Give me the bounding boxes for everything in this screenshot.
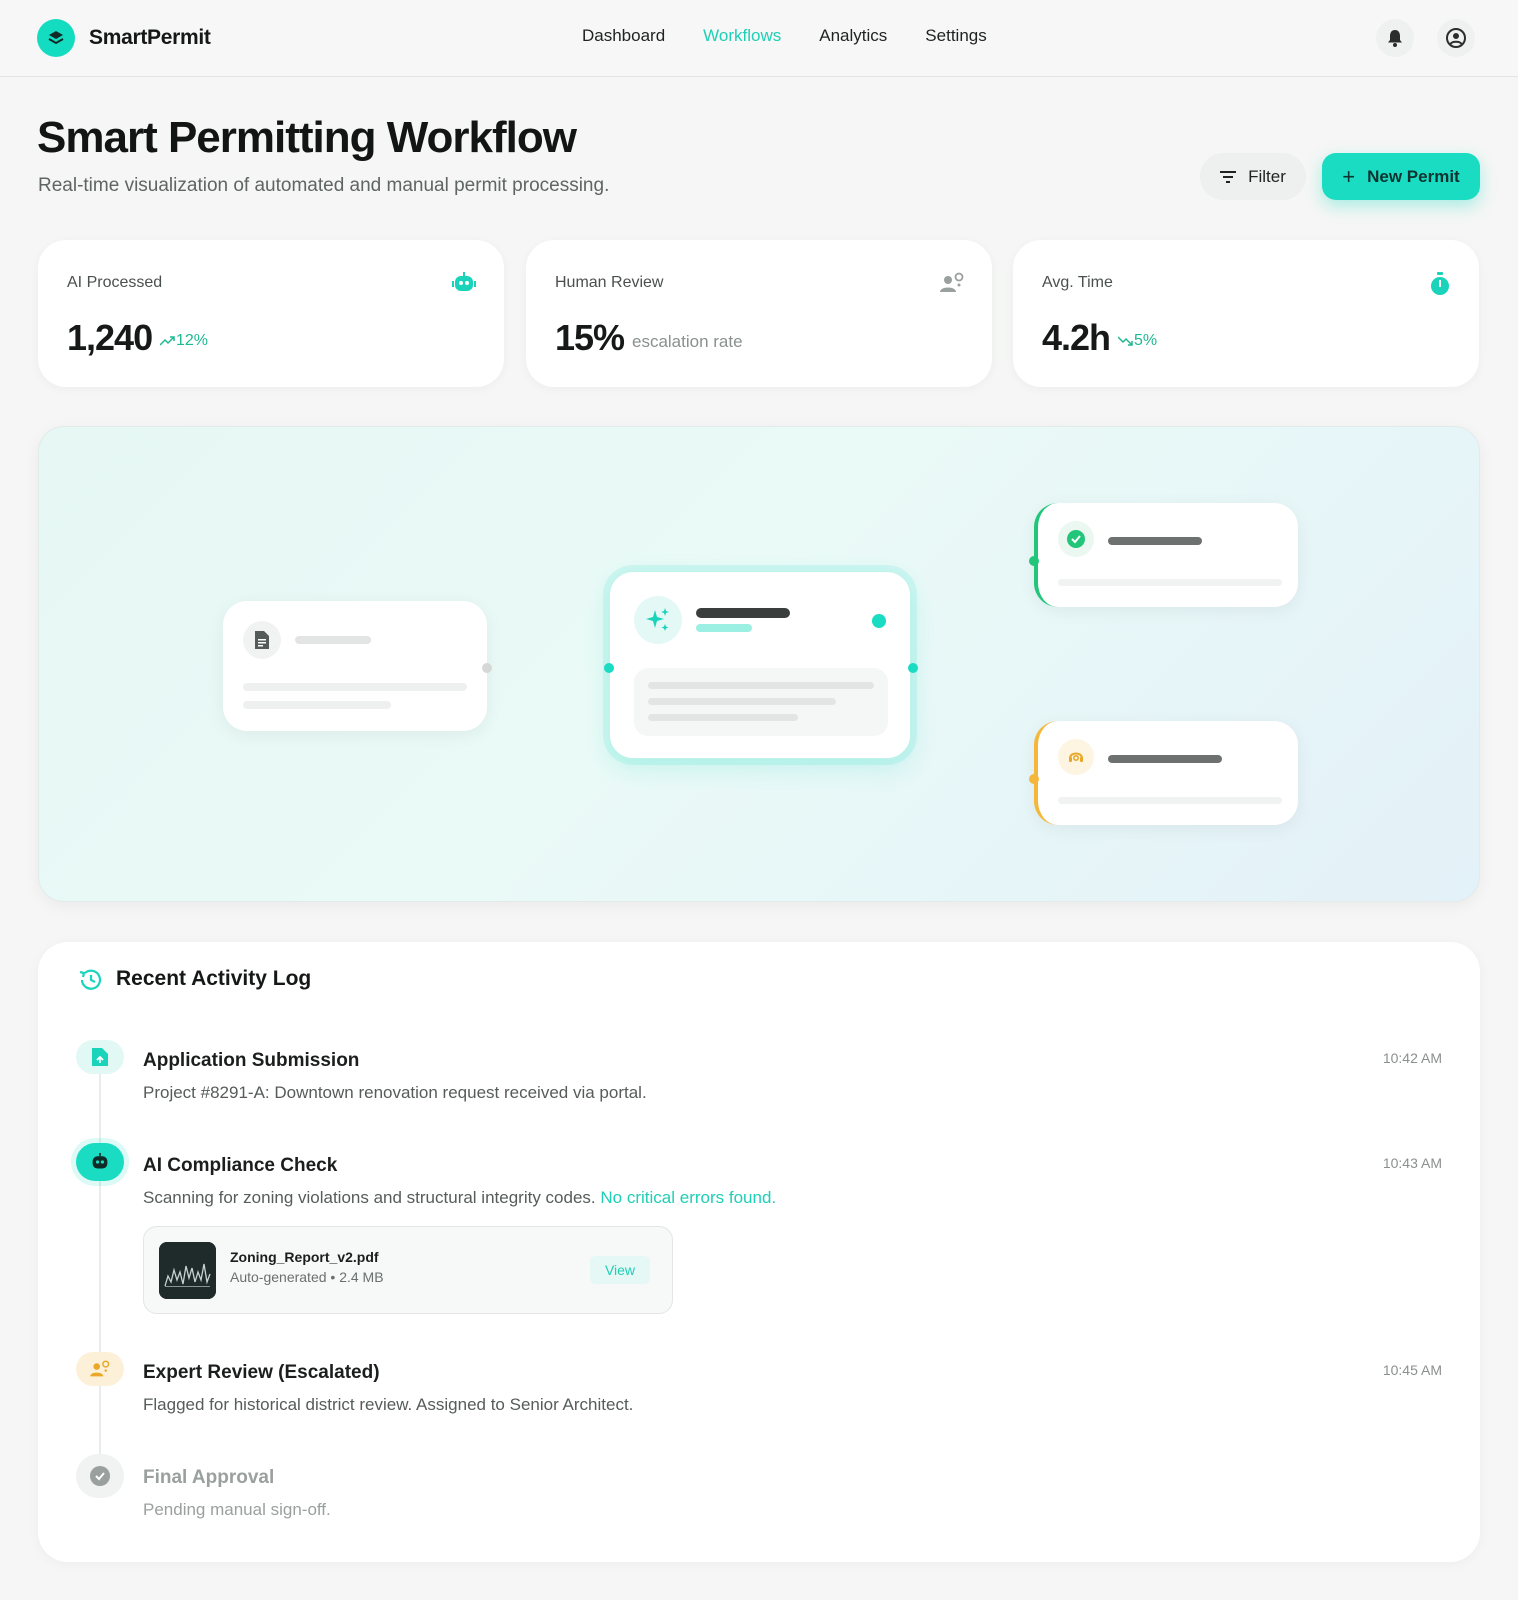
stat-value: 4.2h: [1042, 317, 1111, 358]
support-agent-icon: [1058, 739, 1094, 775]
skeleton-line: [696, 608, 790, 618]
stat-note: escalation rate: [632, 332, 743, 351]
top-navigation-bar: SmartPermit Dashboard Workflows Analytic…: [0, 0, 1518, 77]
main-nav: Dashboard Workflows Analytics Settings: [582, 26, 1025, 46]
file-meta: Auto-generated • 2.4 MB: [230, 1269, 384, 1285]
stat-card-avg-time: Avg. Time 4.2h 5%: [1013, 240, 1479, 387]
file-thumbnail: [159, 1242, 216, 1299]
check-circle-icon: [1058, 521, 1094, 557]
stat-value: 1,240: [67, 317, 153, 358]
filter-icon: [1220, 170, 1237, 183]
item-timestamp: 10:42 AM: [1382, 1050, 1442, 1066]
layers-logo-icon: [37, 19, 75, 57]
item-description: Pending manual sign-off.: [143, 1500, 331, 1519]
bell-icon: [1388, 30, 1402, 47]
skeleton-line: [1058, 797, 1282, 804]
stat-card-ai-processed: AI Processed 1,240 12%: [38, 240, 504, 387]
item-description-text: Scanning for zoning violations and struc…: [143, 1188, 596, 1207]
item-timestamp: 10:45 AM: [1382, 1362, 1442, 1378]
filter-label: Filter: [1248, 166, 1286, 186]
skeleton-line: [1108, 755, 1222, 763]
stopwatch-icon: [1429, 272, 1451, 301]
activity-log-title: Recent Activity Log: [116, 967, 312, 990]
item-title: AI Compliance Check: [143, 1155, 338, 1176]
stat-trend-value: 5%: [1134, 332, 1158, 349]
trending-down-icon: [1118, 336, 1133, 346]
skeleton-line: [1108, 537, 1202, 545]
stat-trend-value: 12%: [176, 332, 209, 349]
connector-port: [604, 663, 614, 673]
user-circle-icon: [1446, 28, 1466, 48]
nav-workflows[interactable]: Workflows: [703, 26, 781, 46]
person-gear-icon: [940, 272, 964, 299]
brand-name: SmartPermit: [89, 26, 211, 49]
item-description: Scanning for zoning violations and struc…: [143, 1188, 776, 1208]
content-panel: [634, 668, 888, 736]
activity-log-panel: Recent Activity Log Application Submissi…: [38, 942, 1480, 1562]
nav-analytics[interactable]: Analytics: [819, 26, 887, 46]
ai-processing-node[interactable]: [609, 571, 911, 759]
document-icon: [243, 621, 281, 659]
stat-trend: 12%: [160, 332, 208, 350]
item-title: Expert Review (Escalated): [143, 1362, 380, 1383]
page-subtitle: Real-time visualization of automated and…: [38, 175, 610, 196]
workflow-visualization: [38, 426, 1480, 902]
item-title: Application Submission: [143, 1050, 360, 1071]
item-description: Project #8291-A: Downtown renovation req…: [143, 1083, 647, 1102]
sparkles-icon: [634, 596, 682, 644]
item-timestamp: 10:43 AM: [1382, 1155, 1442, 1171]
skeleton-line: [243, 683, 467, 691]
trending-up-icon: [160, 336, 175, 346]
file-name: Zoning_Report_v2.pdf: [230, 1249, 379, 1265]
brand[interactable]: SmartPermit: [37, 19, 211, 57]
page-title: Smart Permitting Workflow: [37, 113, 577, 162]
nav-settings[interactable]: Settings: [925, 26, 986, 46]
skeleton-line: [648, 698, 836, 705]
stat-label: AI Processed: [67, 274, 163, 291]
view-file-button[interactable]: View: [590, 1256, 650, 1284]
attachment-card[interactable]: Zoning_Report_v2.pdf Auto-generated • 2.…: [143, 1226, 673, 1314]
skeleton-line: [1058, 579, 1282, 586]
notifications-button[interactable]: [1376, 19, 1414, 57]
skeleton-line: [295, 636, 371, 644]
connector-port: [482, 663, 492, 673]
timeline-line: [99, 1052, 101, 1472]
skeleton-line: [696, 624, 752, 632]
stat-label: Avg. Time: [1042, 274, 1113, 291]
account-button[interactable]: [1437, 19, 1475, 57]
item-title: Final Approval: [143, 1467, 275, 1488]
escalated-node[interactable]: [1034, 721, 1298, 825]
filter-button[interactable]: Filter: [1200, 153, 1306, 200]
new-permit-label: New Permit: [1367, 166, 1460, 186]
item-description: Flagged for historical district review. …: [143, 1395, 634, 1414]
new-permit-button[interactable]: + New Permit: [1322, 153, 1480, 200]
item-highlight: No critical errors found.: [600, 1188, 777, 1207]
skeleton-line: [243, 701, 391, 709]
nav-dashboard[interactable]: Dashboard: [582, 26, 665, 46]
plus-icon: +: [1342, 163, 1356, 189]
stat-card-human-review: Human Review 15% escalation rate: [526, 240, 992, 387]
skeleton-line: [648, 714, 798, 721]
connector-port: [1029, 774, 1039, 784]
intake-node[interactable]: [223, 601, 487, 731]
check-circle-icon: [76, 1454, 124, 1498]
history-icon: [78, 969, 102, 996]
stat-value: 15%: [555, 317, 625, 358]
robot-icon: [76, 1143, 124, 1181]
approved-node[interactable]: [1034, 503, 1298, 607]
robot-icon: [452, 272, 476, 299]
person-gear-icon: [76, 1352, 124, 1386]
connector-port: [908, 663, 918, 673]
connector-port: [1029, 556, 1039, 566]
status-dot: [872, 614, 886, 628]
stat-trend: 5%: [1118, 332, 1157, 350]
skeleton-line: [648, 682, 874, 689]
file-upload-icon: [76, 1040, 124, 1074]
stat-label: Human Review: [555, 274, 664, 291]
